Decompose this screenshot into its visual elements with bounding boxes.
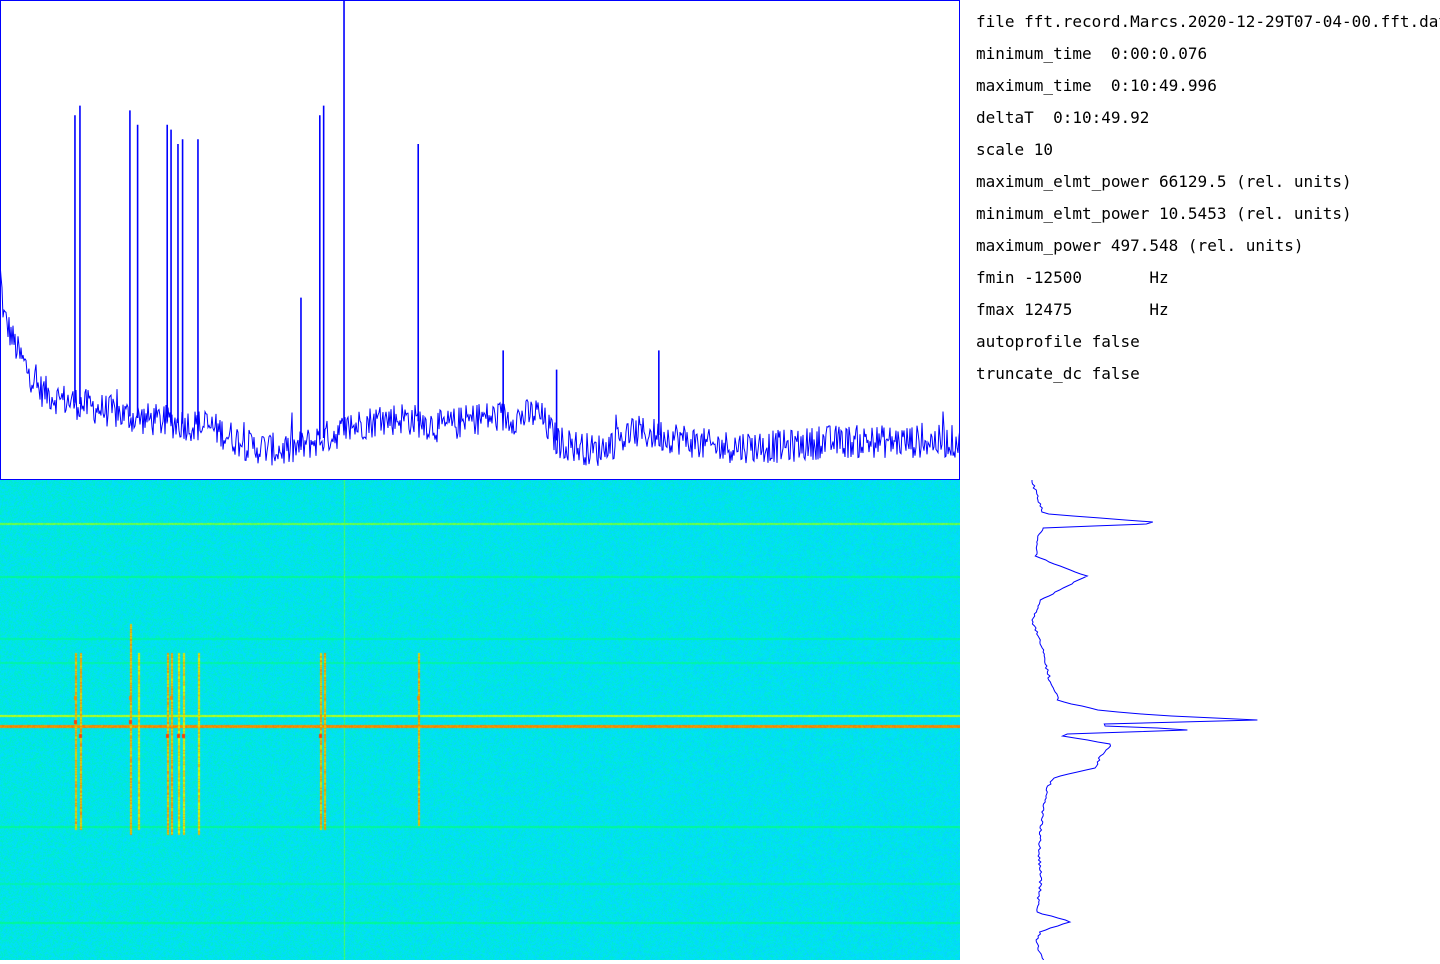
info-fmax: fmax 12475 Hz bbox=[976, 300, 1169, 319]
info-minimum-elmt-power: minimum_elmt_power 10.5453 (rel. units) bbox=[976, 204, 1352, 223]
power-spectrum-svg bbox=[0, 0, 961, 480]
waterfall-spectrogram bbox=[0, 480, 960, 960]
info-file: file fft.record.Marcs.2020-12-29T07-04-0… bbox=[976, 12, 1440, 31]
info-scale: scale 10 bbox=[976, 140, 1054, 159]
info-delta-t: deltaT 0:10:49.92 bbox=[976, 108, 1150, 127]
info-maximum-power: maximum_power 497.548 (rel. units) bbox=[976, 236, 1304, 255]
power-spectrum-plot bbox=[0, 0, 961, 480]
info-minimum-time: minimum_time 0:00:0.076 bbox=[976, 44, 1208, 63]
info-panel: file fft.record.Marcs.2020-12-29T07-04-0… bbox=[976, 8, 1440, 408]
info-truncate-dc: truncate_dc false bbox=[976, 364, 1140, 383]
info-autoprofile: autoprofile false bbox=[976, 332, 1140, 351]
waterfall-canvas bbox=[0, 480, 960, 960]
info-fmin: fmin -12500 Hz bbox=[976, 268, 1169, 287]
time-profile-svg bbox=[1031, 480, 1258, 961]
time-profile-trace bbox=[1031, 480, 1258, 961]
info-maximum-elmt-power: maximum_elmt_power 66129.5 (rel. units) bbox=[976, 172, 1352, 191]
info-maximum-time: maximum_time 0:10:49.996 bbox=[976, 76, 1217, 95]
spectrum-frame bbox=[0, 0, 960, 480]
time-profile-plot bbox=[960, 480, 1440, 961]
